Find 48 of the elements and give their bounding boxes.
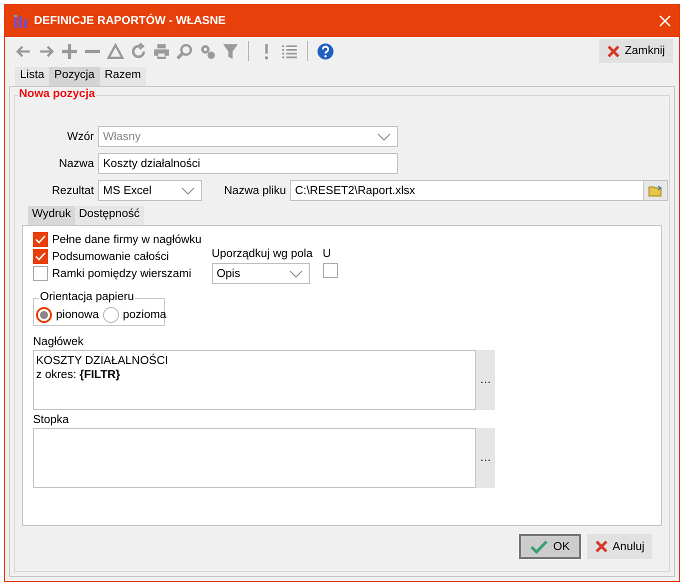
sort-dropdown[interactable]: Opis [212, 263, 310, 284]
checkbox-label: Pełne dane firmy w nagłówku [52, 234, 202, 246]
name-field[interactable]: Koszty działalności [98, 153, 398, 174]
checkbox-label: Podsumowanie całości [52, 250, 169, 262]
checkbox-label: Ramki pomiędzy wierszami [52, 268, 192, 280]
dropdown-chevron-icon [181, 186, 195, 194]
cancel-button[interactable]: Anuluj [587, 534, 652, 559]
field-label: Uporządkuj wg pola [212, 248, 313, 260]
field-label: Nazwa pliku [224, 184, 286, 196]
radio-label: pozioma [122, 309, 166, 321]
dropdown-chevron-icon [377, 132, 391, 140]
check-icon [530, 540, 548, 554]
checkbox[interactable] [33, 266, 48, 281]
tab[interactable]: Lista [15, 67, 50, 86]
browse-button[interactable] [643, 181, 667, 200]
radio-button[interactable] [102, 307, 119, 323]
radio-label: pionowa [56, 309, 99, 321]
field-label: Stopka [33, 414, 70, 426]
dropdown-chevron-icon [288, 270, 303, 278]
field-label: Nagłówek [33, 336, 84, 348]
footer-text-area[interactable] [33, 428, 476, 488]
close-button[interactable]: Zamknij [598, 39, 673, 63]
help-icon[interactable] [317, 42, 334, 60]
cross-icon [606, 44, 620, 58]
tab[interactable]: Pozycja [49, 67, 100, 86]
field-label: U [322, 248, 332, 260]
checkbox[interactable] [33, 232, 48, 247]
ok-button[interactable]: OK [519, 534, 581, 559]
cross-icon [594, 540, 608, 553]
field-label: Rezultat [50, 184, 94, 196]
result-dropdown[interactable]: MS Excel [98, 180, 202, 201]
tab[interactable]: Dostępność [74, 206, 144, 225]
group-title: Nowa pozycja [18, 88, 96, 100]
header-text-area[interactable]: KOSZTY DZIAŁALNOŚCI z okres: {FILTR} [33, 350, 476, 410]
edit-button[interactable]: … [476, 428, 495, 488]
file-name-field[interactable]: C:\RESET2\Raport.xlsx [290, 180, 668, 201]
checkbox[interactable] [322, 263, 338, 278]
tab[interactable]: Razem [100, 67, 146, 86]
group-title: Orientacja papieru [39, 291, 135, 303]
window-title: DEFINICJE RAPORTÓW - WŁASNE [34, 15, 227, 27]
close-icon[interactable] [659, 15, 671, 27]
radio-button[interactable] [36, 307, 52, 323]
checkbox[interactable] [33, 249, 48, 264]
edit-button[interactable]: … [476, 350, 495, 410]
folder-icon [648, 184, 663, 196]
field-label: Wzór [66, 130, 94, 142]
field-label: Nazwa [58, 158, 94, 170]
tab[interactable]: Wydruk [28, 206, 75, 225]
